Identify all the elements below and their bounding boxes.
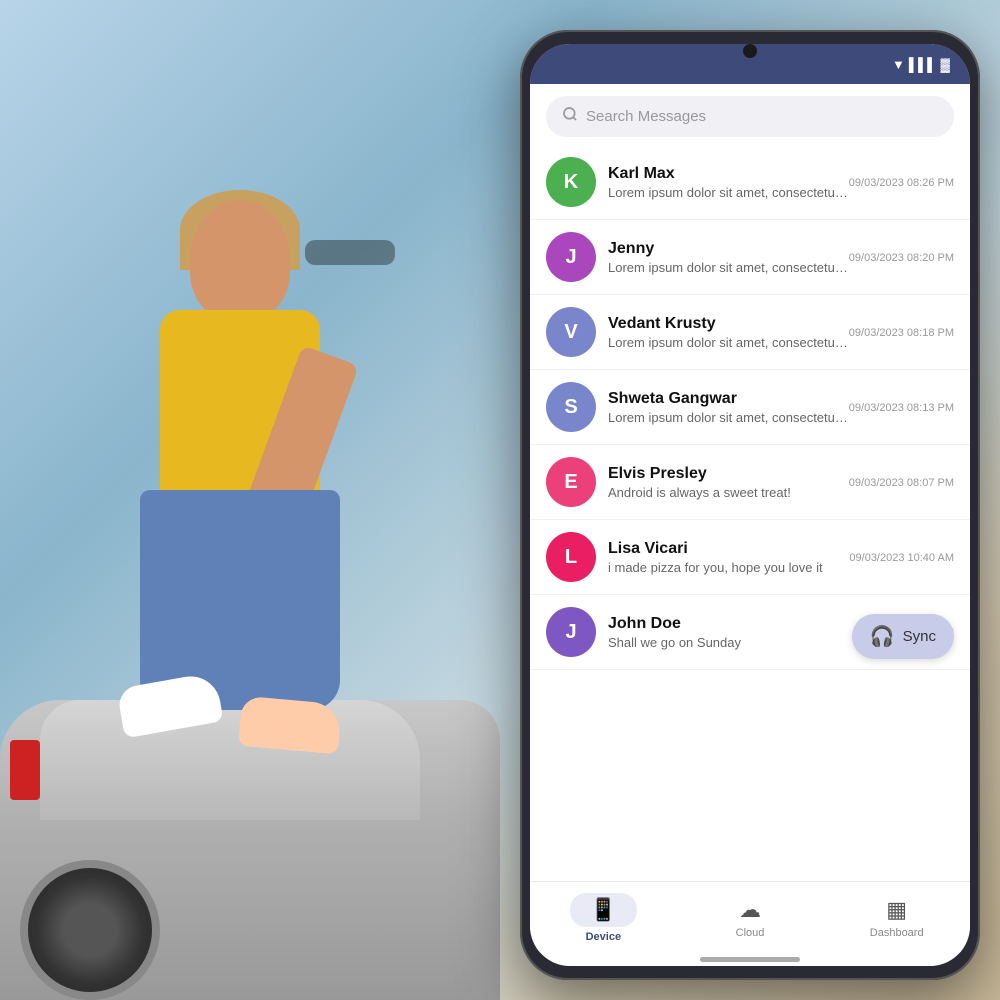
person-shoe-left [116, 672, 223, 739]
contact-name: Shweta Gangwar [608, 390, 849, 408]
nav-label-cloud: Cloud [736, 927, 765, 939]
list-item[interactable]: J John Doe Shall we go on Sunday M 🎧 Syn… [530, 595, 970, 670]
message-time: 09/03/2023 08:20 PM [849, 252, 954, 264]
nav-icon-bg: 📱 [570, 893, 637, 927]
list-item[interactable]: V Vedant Krusty Lorem ipsum dolor sit am… [530, 295, 970, 370]
sync-button[interactable]: 🎧 Sync [852, 614, 954, 659]
message-preview: Lorem ipsum dolor sit amet, consectetur … [608, 260, 849, 275]
nav-label-device: Device [586, 931, 621, 943]
message-meta: 09/03/2023 08:18 PM [849, 325, 954, 339]
list-item[interactable]: J Jenny Lorem ipsum dolor sit amet, cons… [530, 220, 970, 295]
person [80, 200, 420, 820]
avatar: S [546, 382, 596, 432]
home-indicator [700, 957, 800, 962]
message-preview: Lorem ipsum dolor sit amet, consectetur … [608, 335, 849, 350]
signal-icon: ▌▌▌ [909, 57, 937, 72]
avatar: J [546, 607, 596, 657]
contact-name: John Doe [608, 615, 874, 633]
contact-name: Vedant Krusty [608, 315, 849, 333]
message-time: 09/03/2023 08:07 PM [849, 477, 954, 489]
message-time: 09/03/2023 10:40 AM [849, 552, 954, 564]
message-content: Elvis Presley Android is always a sweet … [608, 465, 849, 500]
message-content: Shweta Gangwar Lorem ipsum dolor sit ame… [608, 390, 849, 425]
nav-item-cloud[interactable]: ☁ Cloud [677, 897, 824, 939]
avatar: L [546, 532, 596, 582]
search-icon [562, 106, 578, 127]
message-time: 09/03/2023 08:26 PM [849, 177, 954, 189]
list-item[interactable]: L Lisa Vicari i made pizza for you, hope… [530, 520, 970, 595]
message-meta: 09/03/2023 08:13 PM [849, 400, 954, 414]
message-meta: 09/03/2023 08:26 PM [849, 175, 954, 189]
search-bar: Search Messages [530, 84, 970, 145]
contact-name: Karl Max [608, 165, 849, 183]
status-icons: ▼ ▌▌▌ ▓ [892, 57, 950, 72]
message-preview: Lorem ipsum dolor sit amet, consectetur … [608, 185, 849, 200]
message-time: 09/03/2023 08:18 PM [849, 327, 954, 339]
device-icon: 📱 [590, 897, 617, 922]
list-item[interactable]: S Shweta Gangwar Lorem ipsum dolor sit a… [530, 370, 970, 445]
message-content: John Doe Shall we go on Sunday [608, 615, 874, 650]
person-head [190, 200, 290, 320]
message-preview: Lorem ipsum dolor sit amet, consectetur … [608, 410, 849, 425]
avatar: J [546, 232, 596, 282]
person-jeans [140, 490, 340, 710]
list-item[interactable]: E Elvis Presley Android is always a swee… [530, 445, 970, 520]
person-glasses [305, 240, 395, 265]
brake-light [10, 740, 40, 800]
nav-label-dashboard: Dashboard [870, 927, 924, 939]
avatar: K [546, 157, 596, 207]
message-meta: 09/03/2023 08:20 PM [849, 250, 954, 264]
camera-notch [743, 44, 757, 58]
avatar: V [546, 307, 596, 357]
message-content: Lisa Vicari i made pizza for you, hope y… [608, 540, 849, 575]
message-preview: i made pizza for you, hope you love it [608, 560, 849, 575]
sync-icon: 🎧 [870, 624, 895, 649]
avatar: E [546, 457, 596, 507]
contact-name: Elvis Presley [608, 465, 849, 483]
sync-label: Sync [903, 628, 936, 645]
message-content: Vedant Krusty Lorem ipsum dolor sit amet… [608, 315, 849, 350]
message-meta: 09/03/2023 10:40 AM [849, 550, 954, 564]
phone-screen: ▼ ▌▌▌ ▓ Search Messages K Karl Max [530, 44, 970, 966]
search-wrapper[interactable]: Search Messages [546, 96, 954, 137]
message-meta: 09/03/2023 08:07 PM [849, 475, 954, 489]
message-preview: Android is always a sweet treat! [608, 485, 849, 500]
cloud-icon: ☁ [739, 897, 761, 923]
search-placeholder-text: Search Messages [586, 108, 706, 125]
contact-name: Lisa Vicari [608, 540, 849, 558]
message-preview: Shall we go on Sunday [608, 635, 874, 650]
wifi-icon: ▼ [892, 57, 905, 72]
dashboard-icon: ▦ [886, 897, 907, 923]
message-time: 09/03/2023 08:13 PM [849, 402, 954, 414]
battery-icon: ▓ [941, 57, 950, 72]
message-content: Jenny Lorem ipsum dolor sit amet, consec… [608, 240, 849, 275]
contact-name: Jenny [608, 240, 849, 258]
message-list: K Karl Max Lorem ipsum dolor sit amet, c… [530, 145, 970, 881]
nav-item-dashboard[interactable]: ▦ Dashboard [823, 897, 970, 939]
nav-item-device[interactable]: 📱 Device [530, 893, 677, 943]
bottom-nav: 📱 Device ☁ Cloud ▦ Dashboard [530, 881, 970, 953]
car-wheel [20, 860, 160, 1000]
phone-frame: ▼ ▌▌▌ ▓ Search Messages K Karl Max [520, 30, 980, 980]
list-item[interactable]: K Karl Max Lorem ipsum dolor sit amet, c… [530, 145, 970, 220]
message-content: Karl Max Lorem ipsum dolor sit amet, con… [608, 165, 849, 200]
